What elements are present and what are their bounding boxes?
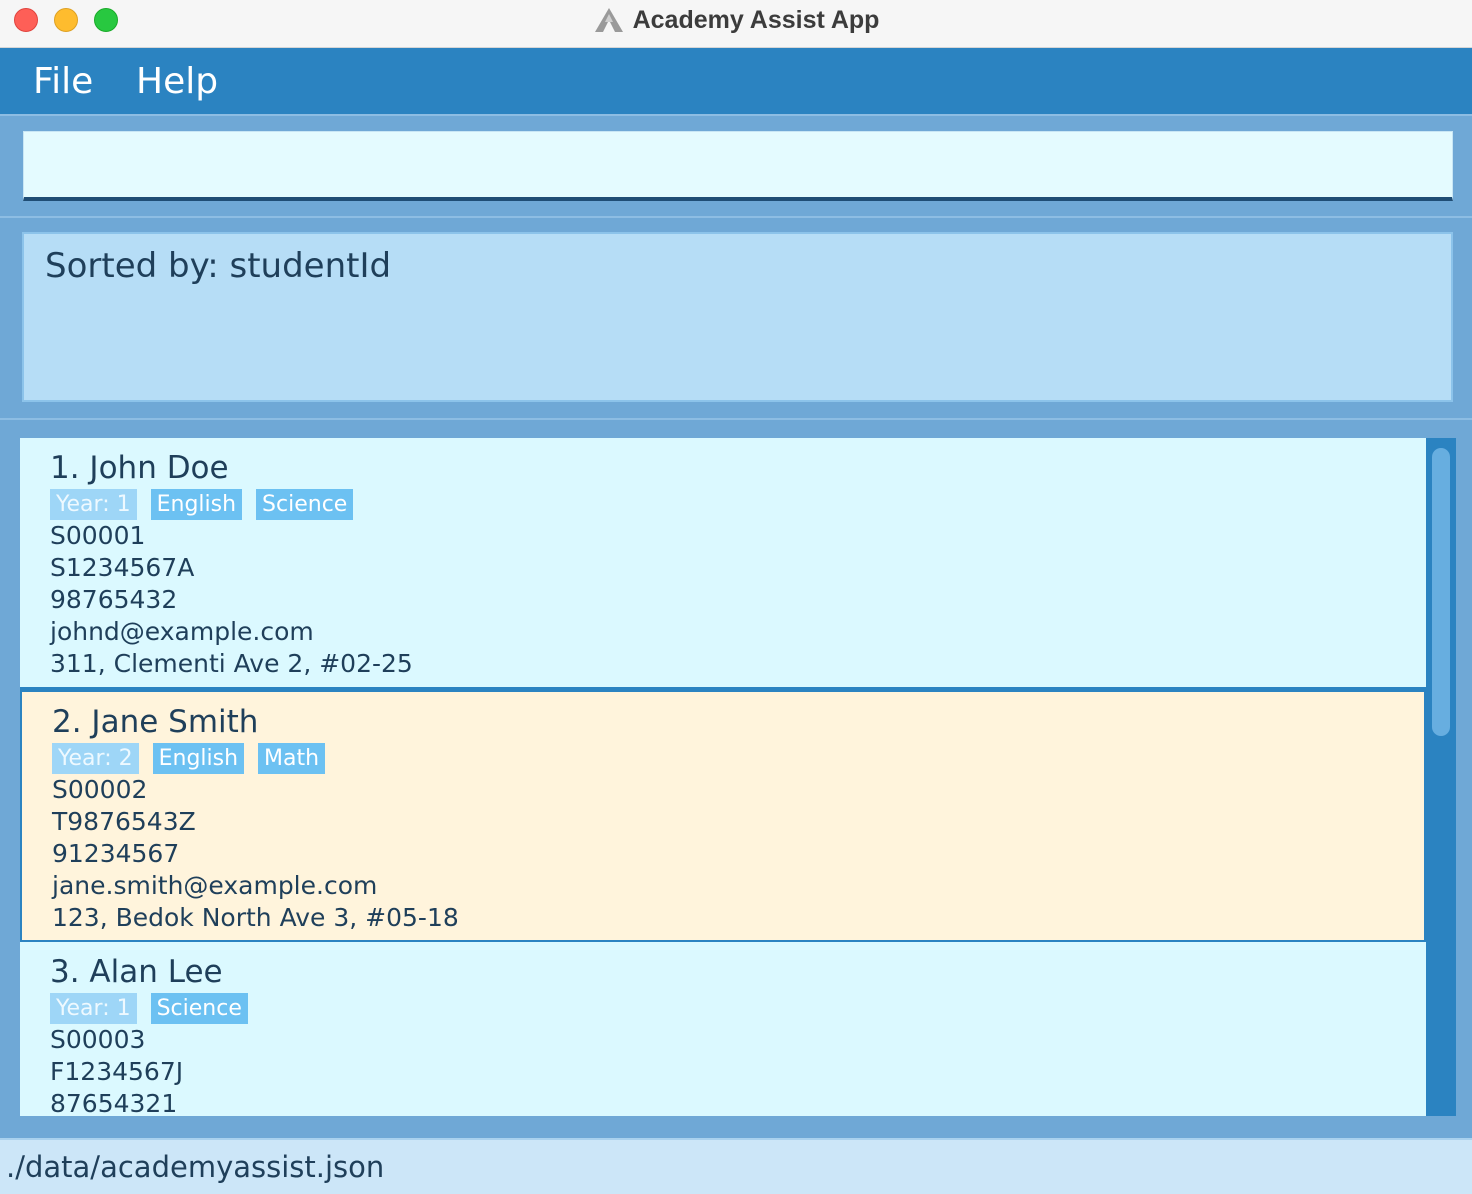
result-display-panel: Sorted by: studentId — [0, 216, 1472, 418]
menu-file[interactable]: File — [33, 60, 93, 104]
student-nric: F1234567J — [50, 1057, 184, 1086]
subject-tag: Science — [150, 993, 248, 1024]
result-message: Sorted by: studentId — [45, 246, 392, 286]
student-nric: T9876543Z — [52, 807, 196, 836]
window-title-group: Academy Assist App — [0, 0, 1472, 40]
student-email: jane.smith@example.com — [52, 871, 378, 900]
student-name: 2. Jane Smith — [52, 704, 259, 740]
student-list-panel: 1. John Doe Year: 1 English Science S000… — [0, 418, 1472, 1140]
result-display: Sorted by: studentId — [22, 232, 1453, 402]
student-id: S00002 — [52, 775, 148, 804]
student-nric: S1234567A — [50, 553, 195, 582]
student-address: 311, Clementi Ave 2, #02-25 — [50, 649, 413, 678]
year-tag: Year: 2 — [52, 743, 139, 774]
student-card-selected[interactable]: 2. Jane Smith Year: 2 English Math S0000… — [20, 690, 1426, 942]
year-tag: Year: 1 — [50, 489, 137, 520]
data-file-path: ./data/academyassist.json — [6, 1150, 385, 1184]
subject-tag: Science — [256, 489, 354, 520]
student-phone: 91234567 — [52, 839, 180, 868]
student-phone: 98765432 — [50, 585, 178, 614]
year-tag: Year: 1 — [50, 993, 137, 1024]
scrollbar-thumb[interactable] — [1432, 448, 1450, 736]
subject-tag: English — [150, 489, 243, 520]
subject-tag: English — [152, 743, 245, 774]
command-input[interactable] — [23, 131, 1453, 201]
subject-tag: Math — [258, 743, 326, 774]
tag-list: Year: 1 Science — [50, 993, 1426, 1024]
student-card[interactable]: 1. John Doe Year: 1 English Science S000… — [20, 438, 1426, 690]
tag-list: Year: 1 English Science — [50, 489, 1426, 520]
student-id: S00001 — [50, 521, 146, 550]
student-name: 1. John Doe — [50, 450, 229, 486]
student-phone: 87654321 — [50, 1089, 178, 1116]
list-scrollbar[interactable] — [1426, 438, 1456, 1116]
status-bar: ./data/academyassist.json — [0, 1138, 1472, 1194]
student-id: S00003 — [50, 1025, 146, 1054]
student-card[interactable]: 3. Alan Lee Year: 1 Science S00003 F1234… — [20, 942, 1426, 1116]
window-title: Academy Assist App — [632, 5, 880, 34]
app-logo-icon — [594, 8, 623, 32]
window-titlebar: Academy Assist App — [0, 0, 1472, 48]
student-name: 3. Alan Lee — [50, 954, 223, 990]
student-email: johnd@example.com — [50, 617, 314, 646]
command-box-panel — [0, 114, 1472, 216]
student-address: 123, Bedok North Ave 3, #05-18 — [52, 903, 459, 932]
menu-bar: File Help — [0, 48, 1472, 114]
tag-list: Year: 2 English Math — [52, 743, 1424, 774]
menu-help[interactable]: Help — [136, 60, 218, 104]
student-list[interactable]: 1. John Doe Year: 1 English Science S000… — [20, 438, 1426, 1116]
